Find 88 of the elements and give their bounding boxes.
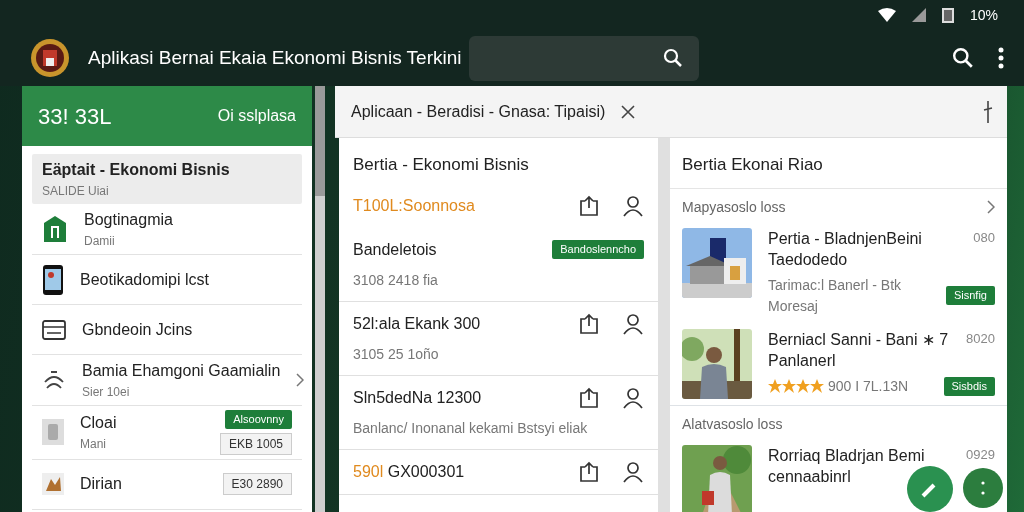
wave-icon — [42, 370, 66, 390]
code-tag: EKB 1005 — [219, 432, 292, 455]
item-subtitle: Damii — [84, 233, 116, 250]
star-icon — [768, 379, 782, 394]
status-badge: Sisnfig — [945, 286, 995, 305]
app-title: Aplikasi Bernai Ekaia Ekonomi Bisnis Terkini — [88, 45, 462, 70]
sidebar-item[interactable]: Cloai Mani Alsoovnny EKB 1005 — [32, 406, 302, 460]
sidebar-item[interactable]: Bogtinagmia Damii — [32, 204, 302, 255]
tab[interactable]: Aplicaan - Beradisi - Gnasa: Tipaisi) — [351, 99, 636, 124]
code-tag: E30 2890 — [222, 473, 292, 495]
feed-card[interactable]: Rorriaq Bladrjan Bemi cennaabinrl 0929 — [670, 438, 1007, 512]
star-icon — [810, 379, 824, 394]
count-text: 33! 33L — [38, 102, 112, 131]
card-icon — [42, 319, 66, 340]
document-icon — [42, 419, 64, 446]
item-title: Dirian — [80, 474, 123, 494]
item-title: Bogtinagmia — [84, 210, 174, 230]
card-subtitle: 900 I 7L.13N — [828, 376, 909, 396]
item-title: 590l GX000301 — [353, 461, 466, 482]
card-meta: 8020 — [966, 329, 995, 348]
photo-icon — [42, 473, 64, 495]
item-title: Eäptait - Ekonomi Bisnis — [42, 160, 231, 180]
card-title: Berniacl Sanni - Bani ∗ 7 Panlanerl — [768, 329, 950, 372]
search-field[interactable] — [469, 35, 700, 81]
section-label: Alatvasoslo loss — [682, 414, 783, 434]
sidebar-item[interactable]: Beotikadomipi lcst — [32, 255, 302, 305]
sidebar-item[interactable]: Dirian E30 2890 — [32, 459, 302, 510]
person-icon[interactable] — [622, 460, 645, 483]
item-subtitle: 3105 25 1oño — [353, 344, 440, 364]
scrollbar[interactable] — [658, 138, 670, 512]
close-icon[interactable] — [621, 104, 636, 119]
status-badge: Alsoovnny — [225, 410, 292, 429]
card-meta: 080 — [973, 228, 995, 247]
person-icon[interactable] — [622, 386, 645, 409]
panel-heading: Bertia - Ekonomi Bisnis — [352, 154, 530, 176]
sidebar-item[interactable]: Gbndeoin Jcins — [32, 305, 302, 355]
item-title: T100L:Soonnosa — [353, 195, 476, 216]
person-icon[interactable] — [622, 194, 645, 217]
item-subtitle: SALIDE Uiai — [42, 183, 110, 200]
feed-card[interactable]: Berniacl Sanni - Bani ∗ 7 Panlanerl 8020 900 I 7L.13N Sisbdis — [670, 322, 1007, 405]
search-icon[interactable] — [952, 47, 974, 69]
share-icon[interactable] — [578, 460, 601, 483]
search-icon — [663, 48, 684, 68]
battery-text: 10% — [969, 5, 998, 25]
card-title: Rorriaq Bladrjan Bemi cennaabinrl — [768, 445, 926, 488]
emblem-logo — [30, 38, 70, 78]
star-icon — [796, 379, 810, 394]
scroll-thumb[interactable] — [315, 86, 325, 196]
store-icon — [42, 215, 68, 243]
battery-icon — [941, 7, 954, 23]
item-title: 52l:ala Ekank 300 — [353, 313, 482, 334]
share-icon[interactable] — [578, 386, 601, 409]
item-title: Bandeletois — [353, 239, 438, 260]
feed-card[interactable]: Pertia - BladnjenBeini Taedodedo 080 Tarimac:l Banerl - Btk Moresaj Sisnfig — [670, 221, 1007, 323]
item-title: Sln5dedNa 12300 — [353, 387, 483, 408]
wifi-icon — [877, 8, 896, 22]
status-badge: Bandoslenncho — [552, 240, 645, 259]
star-icon — [782, 379, 796, 394]
card-subtitle: Tarimac:l Banerl - Btk Moresaj — [768, 275, 903, 316]
sidebar-item[interactable]: Eäptait - Ekonomi Bisnis SALIDE Uiai — [32, 154, 302, 204]
pin-icon[interactable] — [983, 100, 993, 123]
item-title: Beotikadomipi lcst — [80, 269, 210, 290]
header-action[interactable]: Oi sslplasa — [217, 104, 296, 128]
share-icon[interactable] — [578, 194, 601, 217]
chevron-icon — [987, 200, 995, 214]
phone-icon — [42, 263, 64, 296]
card-meta: 0929 — [966, 445, 995, 464]
dots-icon — [979, 480, 987, 496]
more-menu-icon[interactable] — [998, 47, 1004, 69]
chevron-icon — [296, 373, 305, 387]
person-icon[interactable] — [622, 312, 645, 335]
news-item[interactable]: 590l GX000301 — [339, 449, 659, 495]
share-icon[interactable] — [578, 312, 601, 335]
panel-heading: Bertia Ekonai Riao — [670, 138, 1007, 189]
item-title: Bamia Ehamgoni Gaamialin — [82, 361, 281, 381]
section-label: Mapyasoslo loss — [682, 197, 786, 217]
card-title: Pertia - BladnjenBeini Taedodedo — [768, 228, 923, 271]
signal-icon — [911, 8, 926, 22]
item-title: Cloai — [80, 413, 118, 434]
item-subtitle: Mani — [80, 436, 107, 454]
status-badge: Sisbdis — [943, 377, 995, 396]
news-item[interactable]: Bandeletois Bandoslenncho 3108 2418 fia — [339, 227, 659, 302]
sidebar-item[interactable]: Bamia Ehamgoni Gaamialin Sier 10ei — [32, 355, 302, 406]
item-subtitle: 3108 2418 fia — [353, 270, 439, 290]
item-title: Gbndeoin Jcins — [82, 319, 194, 340]
item-subtitle: Sier 10ei — [82, 384, 131, 401]
item-subtitle: Banlanc/ Inonanal kekami Bstsyi eliak — [353, 418, 589, 438]
scrollbar[interactable] — [315, 86, 325, 512]
